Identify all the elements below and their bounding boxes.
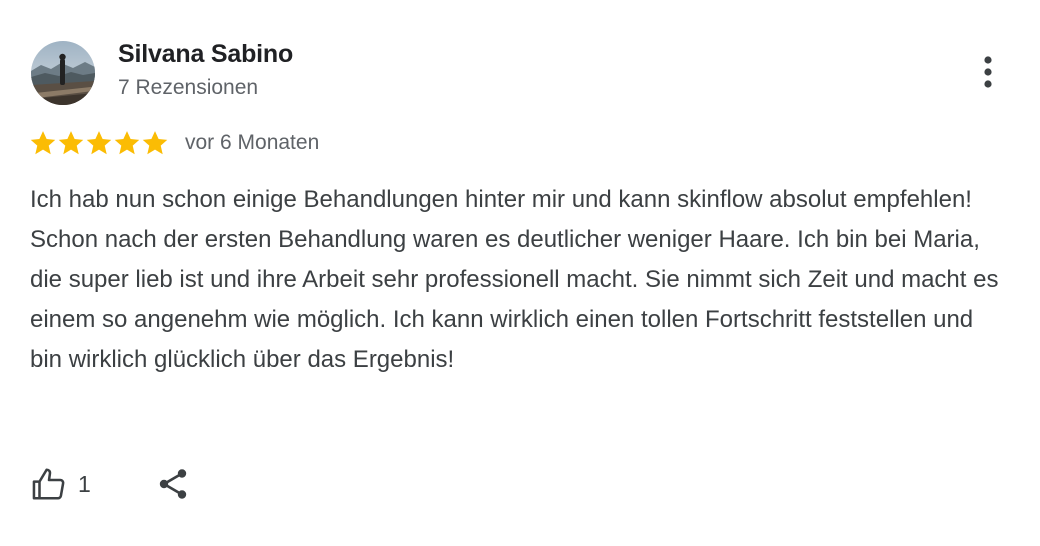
review-actions: 1 bbox=[30, 462, 191, 506]
star-rating bbox=[29, 129, 169, 157]
more-options-button[interactable] bbox=[970, 52, 1006, 96]
rating-row: vor 6 Monaten bbox=[29, 128, 319, 158]
star-icon bbox=[86, 131, 112, 155]
review-text: Ich hab nun schon einige Behandlungen hi… bbox=[30, 186, 999, 373]
star-icon bbox=[58, 131, 84, 155]
share-button[interactable] bbox=[155, 465, 191, 503]
share-icon bbox=[159, 469, 186, 499]
like-button[interactable]: 1 bbox=[30, 465, 91, 503]
avatar-image bbox=[31, 41, 95, 105]
author-review-count[interactable]: 7 Rezensionen bbox=[118, 76, 258, 100]
star-icon bbox=[30, 131, 56, 155]
star-icon bbox=[142, 131, 168, 155]
avatar[interactable] bbox=[31, 41, 95, 105]
thumb-up-icon bbox=[32, 468, 65, 500]
more-vert-icon bbox=[984, 56, 992, 88]
review-date: vor 6 Monaten bbox=[185, 131, 320, 154]
like-count: 1 bbox=[78, 470, 91, 497]
author-name[interactable]: Silvana Sabino bbox=[118, 40, 293, 69]
star-icon bbox=[114, 131, 140, 155]
